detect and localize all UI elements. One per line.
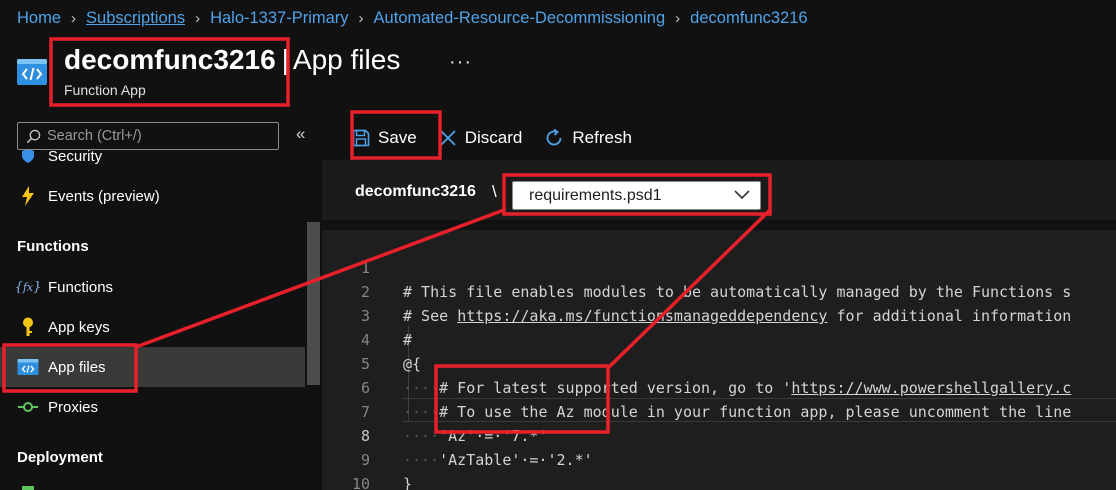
app-files-icon — [17, 357, 39, 377]
sidebar-item-functions[interactable]: {fx} Functions — [0, 267, 305, 307]
refresh-label: Refresh — [572, 128, 632, 147]
section-deployment: Deployment — [17, 449, 103, 466]
save-label: Save — [378, 128, 417, 147]
chevron-right-icon: › — [675, 10, 681, 27]
file-select[interactable]: requirements.psd1 — [512, 181, 761, 210]
sidebar-item-app-files[interactable]: App files — [0, 347, 305, 387]
function-icon: {fx} — [14, 279, 42, 295]
refresh-button[interactable]: Refresh — [544, 128, 632, 148]
selected-file: requirements.psd1 — [529, 186, 662, 204]
code-line: 6 ····# To use the Az module in your fun… — [322, 352, 1116, 421]
lightning-icon — [17, 186, 39, 206]
sidebar-item-events[interactable]: Events (preview) — [0, 176, 305, 216]
title-divider: | — [281, 44, 289, 75]
chevron-right-icon: › — [71, 10, 77, 27]
code-line: 3 # — [322, 280, 1116, 349]
breadcrumb-home[interactable]: Home — [17, 9, 61, 28]
chevron-right-icon: › — [358, 10, 364, 27]
sidebar-item-security[interactable]: Security — [0, 150, 305, 176]
path-separator: \ — [492, 182, 497, 201]
sidebar-item-label: Functions — [48, 278, 114, 296]
key-icon — [17, 317, 39, 337]
code-line: 10 — [322, 448, 1116, 490]
sidebar: Security Events (preview) Functions {fx}… — [0, 150, 305, 490]
proxy-icon — [17, 397, 39, 417]
page-title: decomfunc3216 | App files — [64, 44, 400, 76]
breadcrumb-subscription[interactable]: Halo-1337-Primary — [210, 9, 348, 28]
save-button[interactable]: Save — [352, 128, 417, 148]
section-functions: Functions — [17, 238, 89, 255]
sidebar-scrollbar[interactable] — [307, 222, 320, 385]
code-line: 7 ····'Az'·=·'7.*' — [322, 376, 1116, 445]
search-icon — [26, 129, 41, 143]
save-icon — [352, 129, 370, 147]
code-line: 1 # This file enables modules to be auto… — [322, 232, 1116, 301]
code-line: 5 ····# For latest supported version, go… — [322, 328, 1116, 397]
sidebar-item-proxies[interactable]: Proxies — [0, 387, 305, 427]
chevron-right-icon: › — [195, 10, 201, 27]
resource-name: decomfunc3216 — [64, 44, 276, 75]
chevron-down-icon — [734, 190, 750, 200]
deployment-item-icon — [22, 486, 34, 490]
file-root-label: decomfunc3216 — [355, 183, 476, 200]
code-editor[interactable]: 1 # This file enables modules to be auto… — [322, 230, 1116, 490]
function-app-icon — [16, 56, 48, 88]
sidebar-item-label: App keys — [48, 318, 110, 336]
sidebar-item-label: App files — [48, 358, 106, 376]
page-name: App files — [292, 44, 401, 75]
code-line-current: 8 ····'AzTable'·=·'2.*' — [322, 400, 1116, 469]
refresh-icon — [546, 128, 562, 146]
search-input[interactable]: Search (Ctrl+/) — [17, 122, 279, 150]
sidebar-item-label: Events (preview) — [48, 187, 160, 205]
more-options-icon[interactable]: ··· — [449, 51, 472, 74]
code-line: 9 } — [322, 424, 1116, 490]
toolbar: Save Discard Refresh — [352, 118, 654, 158]
breadcrumb-function-app[interactable]: decomfunc3216 — [690, 9, 807, 28]
shield-icon — [17, 150, 39, 166]
breadcrumb-resource-group[interactable]: Automated-Resource-Decommissioning — [374, 9, 666, 28]
discard-label: Discard — [464, 128, 523, 147]
breadcrumb: Home › Subscriptions › Halo-1337-Primary… — [17, 9, 808, 28]
code-line: 2 # See https://aka.ms/functionsmanagedd… — [322, 256, 1116, 325]
line-number: 10 — [351, 475, 370, 490]
search-placeholder: Search (Ctrl+/) — [47, 128, 142, 144]
sidebar-item-label: Security — [48, 150, 103, 165]
sidebar-item-label: Proxies — [48, 398, 99, 416]
sidebar-item-app-keys[interactable]: App keys — [0, 307, 305, 347]
line-text: } — [403, 475, 413, 490]
code-line: 4 @{ — [322, 304, 1116, 373]
discard-button[interactable]: Discard — [439, 128, 523, 148]
breadcrumb-subscriptions[interactable]: Subscriptions — [86, 9, 185, 28]
resource-type: Function App — [64, 82, 146, 98]
close-icon — [440, 130, 456, 146]
collapse-sidebar-icon[interactable]: « — [296, 124, 305, 144]
